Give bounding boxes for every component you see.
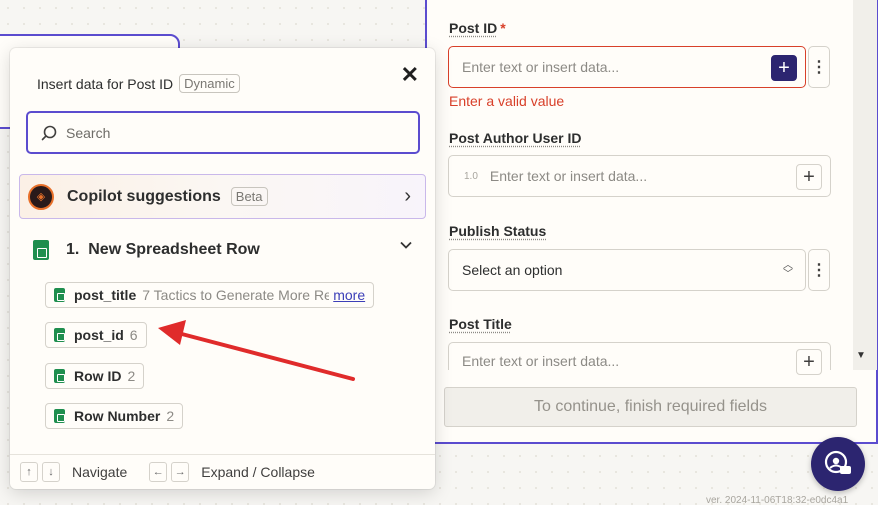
close-icon: ✕ [400, 62, 419, 87]
sheets-icon [54, 409, 65, 423]
beta-tag: Beta [230, 187, 268, 206]
chevron-down-icon [399, 238, 413, 257]
copilot-label: Copilot suggestions [67, 187, 221, 205]
post-id-placeholder: Enter text or insert data... [462, 59, 620, 75]
fields-area: Post ID * Enter text or insert data... + … [427, 0, 853, 375]
arrow-down-key-icon: ↓ [42, 462, 60, 482]
publish-status-label: Publish Status [449, 223, 547, 239]
copilot-icon: ◈ [28, 183, 54, 210]
step-label: 1. New Spreadsheet Row [66, 241, 260, 258]
sheets-icon [54, 328, 65, 342]
step-config-panel: Post ID * Enter text or insert data... + … [425, 0, 878, 444]
data-item-post-title[interactable]: post_title 7 Tactics to Generate More Re… [45, 282, 375, 308]
data-item-key: Row Number [74, 408, 161, 424]
popup-footer: ↑ ↓ Navigate ← → Expand / Collapse [10, 454, 435, 489]
search-icon [41, 125, 57, 140]
step-header-row[interactable]: 1. New Spreadsheet Row [33, 238, 413, 262]
data-item-value: 7 Tactics to Generate More Re [142, 287, 330, 303]
required-star: * [500, 20, 506, 36]
version-text: ver. 2024-11-06T18:32-e0dc4a1 [706, 495, 849, 505]
chevron-right-icon: › [404, 185, 411, 207]
search-placeholder: Search [66, 124, 111, 141]
data-item-key: post_title [74, 287, 137, 303]
navigate-hint: Navigate [72, 464, 128, 480]
post-author-input[interactable]: 1.0 Enter text or insert data... + [448, 155, 831, 197]
publish-status-select[interactable]: Select an option ︿ ﹀ [448, 249, 806, 291]
insert-data-button[interactable]: + [796, 349, 822, 375]
expand-collapse-hint: Expand / Collapse [201, 464, 315, 480]
kebab-icon: ⋮ [811, 262, 827, 279]
data-item-key: Row ID [74, 368, 122, 384]
continue-button[interactable]: To continue, finish required fields [444, 387, 857, 427]
post-id-label: Post ID * [449, 20, 506, 36]
plus-icon: + [803, 350, 815, 373]
popup-title: Insert data for Post ID Dynamic [37, 74, 240, 93]
post-author-label: Post Author User ID [449, 130, 582, 146]
close-button[interactable]: ✕ [401, 62, 419, 88]
scroll-down-icon[interactable]: ▼ [856, 350, 866, 361]
arrow-right-key-icon: → [171, 462, 190, 482]
post-title-label: Post Title [449, 316, 512, 332]
data-item-value: 6 [129, 327, 138, 343]
plus-icon: + [778, 56, 790, 79]
scrollbar[interactable] [853, 0, 877, 370]
number-type-icon: 1.0 [464, 170, 478, 182]
data-item-key: post_id [74, 327, 124, 343]
select-arrows-icon: ︿ ﹀ [783, 260, 793, 280]
sheets-icon [33, 240, 49, 260]
insert-data-button[interactable]: + [771, 55, 797, 81]
search-input[interactable]: Search [26, 111, 420, 154]
publish-status-value: Select an option [462, 262, 563, 278]
insert-data-popup: Insert data for Post ID Dynamic ✕ Search… [10, 48, 435, 489]
post-id-input[interactable]: Enter text or insert data... + [448, 46, 806, 88]
sheets-icon [54, 288, 65, 302]
post-id-options-button[interactable]: ⋮ [808, 46, 830, 88]
data-item-row-id[interactable]: Row ID 2 [45, 363, 145, 389]
post-id-error: Enter a valid value [449, 93, 565, 109]
post-title-placeholder: Enter text or insert data... [462, 353, 620, 369]
post-author-placeholder: Enter text or insert data... [489, 168, 648, 184]
help-icon [824, 450, 851, 474]
more-link[interactable]: more [329, 287, 366, 303]
copilot-suggestions-row[interactable]: ◈ Copilot suggestions Beta › [19, 174, 426, 219]
popup-title-text: Insert data for Post ID [37, 75, 174, 92]
dynamic-tag: Dynamic [179, 74, 240, 93]
data-item-value: 2 [166, 408, 175, 424]
kebab-icon: ⋮ [811, 59, 827, 76]
publish-status-options-button[interactable]: ⋮ [808, 249, 830, 291]
help-button[interactable] [811, 437, 865, 491]
insert-data-button[interactable]: + [796, 164, 822, 190]
post-title-input[interactable]: Enter text or insert data... + [448, 342, 831, 375]
data-item-row-number[interactable]: Row Number 2 [45, 403, 184, 429]
sheets-icon [54, 369, 65, 383]
data-item-value: 2 [127, 368, 136, 384]
arrow-up-key-icon: ↑ [20, 462, 38, 482]
plus-icon: + [803, 165, 815, 188]
data-item-post-id[interactable]: post_id 6 [45, 322, 147, 348]
arrow-left-key-icon: ← [149, 462, 168, 482]
